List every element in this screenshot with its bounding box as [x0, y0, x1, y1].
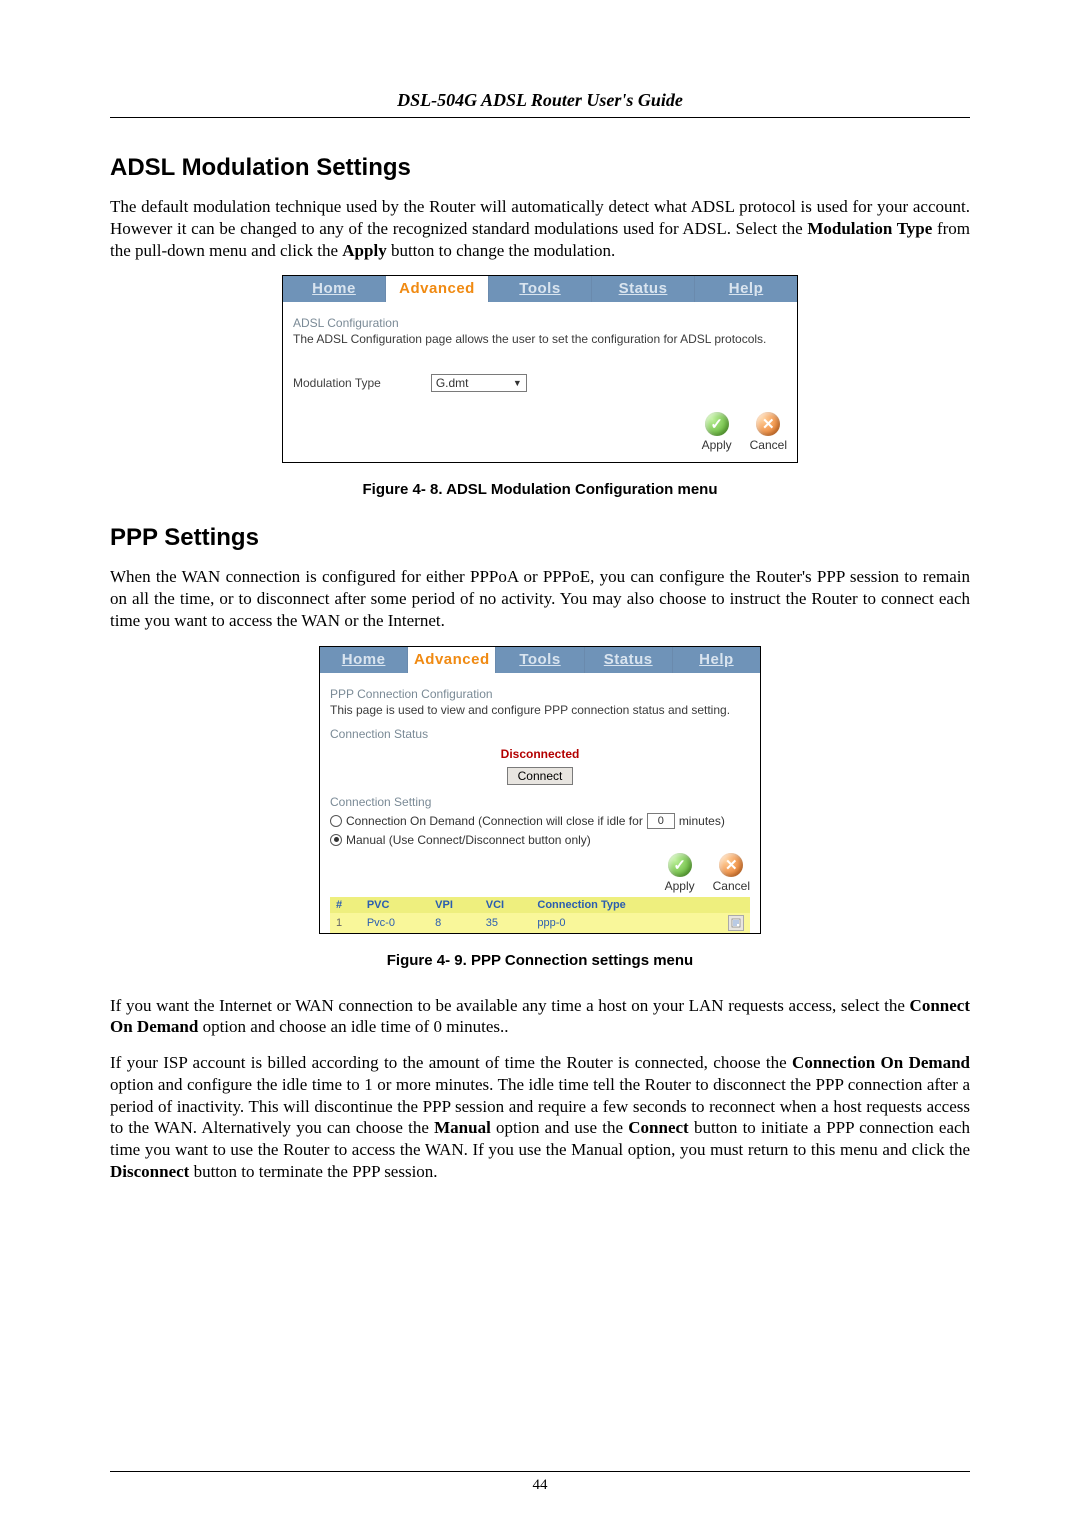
text-bold: Disconnect — [110, 1162, 189, 1181]
section-description: The ADSL Configuration page allows the u… — [293, 332, 787, 346]
modulation-type-value: G.dmt — [436, 376, 469, 390]
tab-home[interactable]: Home — [320, 647, 408, 673]
apply-label: Apply — [665, 879, 695, 893]
idle-minutes-input[interactable]: 0 — [647, 813, 675, 829]
close-icon: ✕ — [719, 853, 743, 877]
text-bold: Manual — [434, 1118, 491, 1137]
apply-button[interactable]: ✓ Apply — [665, 853, 695, 893]
text-bold: Connection On Demand — [792, 1053, 970, 1072]
text: If your ISP account is billed according … — [110, 1053, 792, 1072]
col-vpi: VPI — [429, 897, 480, 913]
tab-bar: Home Advanced Tools Status Help — [320, 647, 760, 673]
heading-adsl: ADSL Modulation Settings — [110, 154, 970, 182]
adsl-paragraph: The default modulation technique used by… — [110, 196, 970, 261]
tab-status[interactable]: Status — [592, 276, 695, 302]
text: option and use the — [496, 1118, 628, 1137]
option-manual[interactable]: Manual (Use Connect/Disconnect button on… — [330, 833, 750, 847]
ppp-config-panel: Home Advanced Tools Status Help PPP Conn… — [319, 646, 761, 934]
connection-setting-label: Connection Setting — [330, 795, 750, 809]
text: button to change the modulation. — [391, 241, 615, 260]
footer-rule — [110, 1471, 970, 1472]
radio-icon — [330, 834, 342, 846]
figure-caption-4-9: Figure 4- 9. PPP Connection settings men… — [110, 952, 970, 969]
cell-vpi: 8 — [429, 913, 480, 933]
tab-help[interactable]: Help — [695, 276, 797, 302]
tab-status[interactable]: Status — [585, 647, 673, 673]
table-row: 1 Pvc-0 8 35 ppp-0 — [330, 913, 750, 933]
check-icon: ✓ — [668, 853, 692, 877]
tab-bar: Home Advanced Tools Status Help — [283, 276, 797, 302]
col-index: # — [330, 897, 361, 913]
text-bold: Modulation Type — [807, 219, 932, 238]
text: button to terminate the PPP session. — [194, 1162, 438, 1181]
ppp-paragraph-2: If you want the Internet or WAN connecti… — [110, 995, 970, 1039]
option-text: Connection On Demand (Connection will cl… — [346, 814, 643, 828]
page-number: 44 — [0, 1477, 1080, 1494]
heading-ppp: PPP Settings — [110, 524, 970, 552]
col-pvc: PVC — [361, 897, 429, 913]
pvc-table: # PVC VPI VCI Connection Type 1 Pvc-0 8 … — [330, 897, 750, 933]
connection-status-value: Disconnected — [330, 747, 750, 761]
cancel-label: Cancel — [713, 879, 750, 893]
chevron-down-icon: ▼ — [513, 378, 522, 388]
radio-icon — [330, 815, 342, 827]
option-connection-on-demand[interactable]: Connection On Demand (Connection will cl… — [330, 813, 750, 829]
option-text: Manual (Use Connect/Disconnect button on… — [346, 833, 591, 847]
text-bold: Apply — [342, 241, 386, 260]
modulation-type-select[interactable]: G.dmt ▼ — [431, 374, 527, 392]
cancel-button[interactable]: ✕ Cancel — [750, 412, 787, 452]
section-label: PPP Connection Configuration — [330, 687, 750, 701]
section-description: This page is used to view and configure … — [330, 703, 750, 717]
apply-button[interactable]: ✓ Apply — [702, 412, 732, 452]
adsl-config-panel: Home Advanced Tools Status Help ADSL Con… — [282, 275, 798, 463]
table-header-row: # PVC VPI VCI Connection Type — [330, 897, 750, 913]
page-header: DSL-504G ADSL Router User's Guide — [110, 90, 970, 118]
close-icon: ✕ — [756, 412, 780, 436]
text-bold: Connect — [628, 1118, 688, 1137]
figure-caption-4-8: Figure 4- 8. ADSL Modulation Configurati… — [110, 481, 970, 498]
tab-home[interactable]: Home — [283, 276, 386, 302]
tab-tools[interactable]: Tools — [489, 276, 592, 302]
tab-advanced[interactable]: Advanced — [408, 647, 496, 673]
note-icon — [731, 918, 741, 928]
col-ctype: Connection Type — [531, 897, 702, 913]
apply-label: Apply — [702, 438, 732, 452]
cell-index: 1 — [330, 913, 361, 933]
connection-status-label: Connection Status — [330, 727, 750, 741]
text: option and choose an idle time of 0 minu… — [203, 1017, 509, 1036]
edit-row-button[interactable] — [728, 915, 744, 931]
connect-button[interactable]: Connect — [507, 767, 574, 785]
cancel-button[interactable]: ✕ Cancel — [713, 853, 750, 893]
ppp-paragraph-1: When the WAN connection is configured fo… — [110, 566, 970, 631]
option-text: minutes) — [679, 814, 725, 828]
modulation-type-label: Modulation Type — [293, 376, 381, 390]
tab-advanced[interactable]: Advanced — [386, 276, 489, 302]
tab-help[interactable]: Help — [673, 647, 760, 673]
col-action — [702, 897, 750, 913]
cell-vci: 35 — [480, 913, 532, 933]
ppp-paragraph-3: If your ISP account is billed according … — [110, 1052, 970, 1183]
cancel-label: Cancel — [750, 438, 787, 452]
cell-pvc[interactable]: Pvc-0 — [361, 913, 429, 933]
text: If you want the Internet or WAN connecti… — [110, 996, 910, 1015]
section-label: ADSL Configuration — [293, 316, 787, 330]
check-icon: ✓ — [705, 412, 729, 436]
cell-ctype: ppp-0 — [531, 913, 702, 933]
col-vci: VCI — [480, 897, 532, 913]
tab-tools[interactable]: Tools — [496, 647, 584, 673]
